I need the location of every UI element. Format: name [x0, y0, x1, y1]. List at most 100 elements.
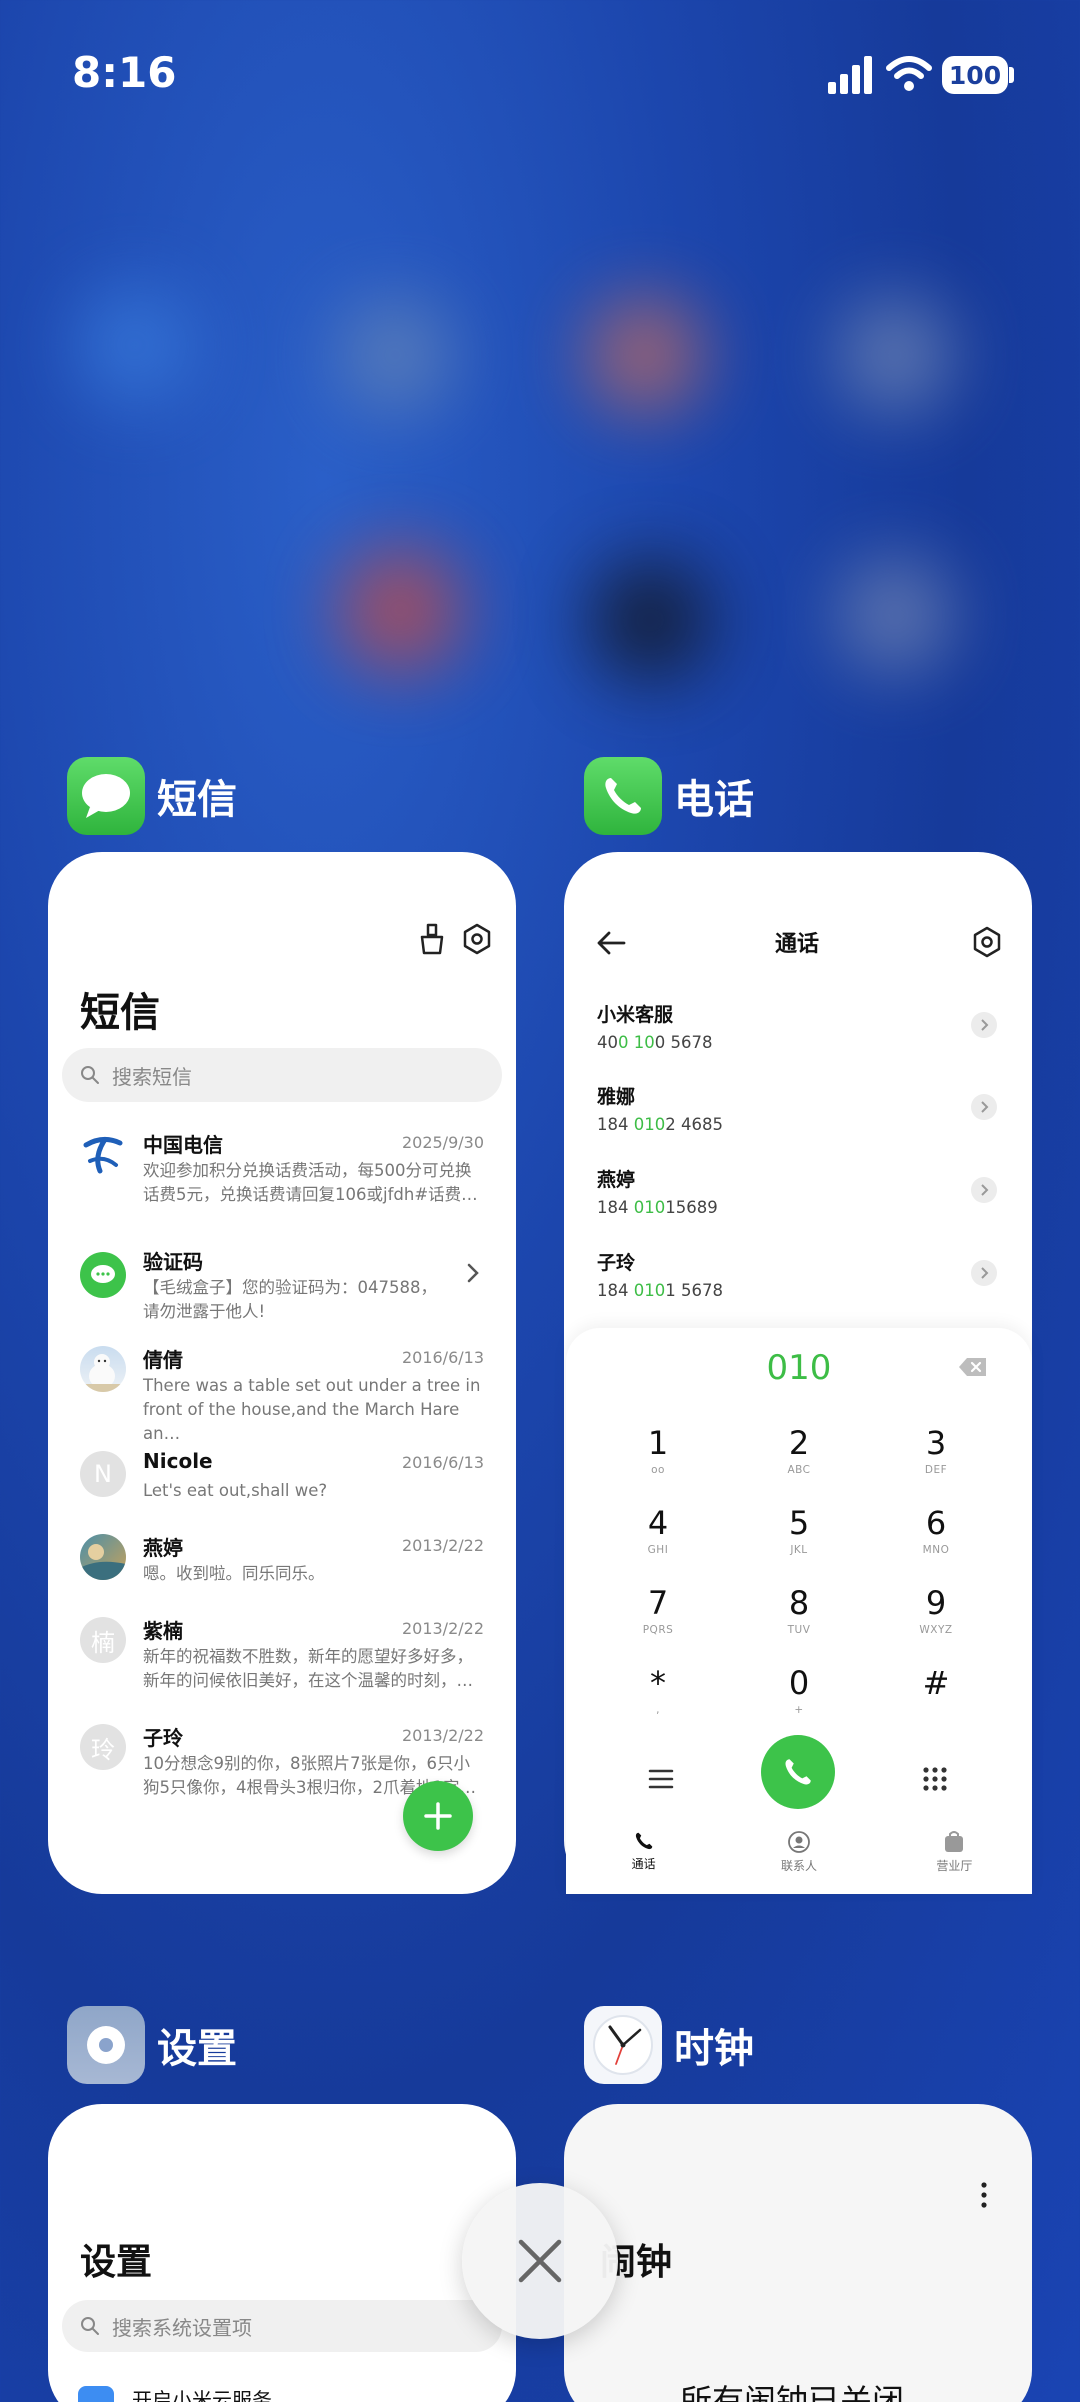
contact-detail-button[interactable] — [971, 1260, 997, 1286]
tab-calls[interactable]: 通话 — [566, 1820, 721, 1894]
wallpaper-blur — [80, 290, 190, 400]
search-placeholder: 搜索系统设置项 — [112, 2315, 252, 2340]
contact-row[interactable]: 子玲 184 0101 5678 — [597, 1248, 1007, 1300]
list-item[interactable]: 验证码 【毛绒盒子】您的验证码为：047588，请勿泄露于他人! — [48, 1248, 488, 1328]
back-arrow-icon[interactable] — [596, 930, 626, 956]
wallpaper-blur — [840, 300, 950, 410]
dial-key-3[interactable]: 3 DEF — [876, 1424, 996, 1476]
contact-row[interactable]: 雅娜 184 0102 4685 — [597, 1082, 1007, 1134]
contact-row[interactable]: 燕婷 184 01015689 — [597, 1165, 1007, 1217]
message-preview: 欢迎参加积分兑换话费活动，每500分可兑换话费5元，兑换话费请回复106或jfd… — [143, 1161, 478, 1204]
contact-detail-button[interactable] — [971, 1012, 997, 1038]
dial-key-5[interactable]: 5 JKL — [739, 1504, 859, 1556]
dial-key-1[interactable]: 1 ᴏᴏ — [598, 1424, 718, 1476]
page-title: 设置 — [80, 2242, 153, 2283]
dialpad: 010 1 ᴏᴏ 2 ABC 3 DEF 4 GHI 5 JKL 6 MNO 7 PQRS 8… — [566, 1328, 1032, 1894]
phone-icon — [635, 1832, 652, 1850]
clear-all-button[interactable] — [462, 2183, 618, 2339]
contact-detail-button[interactable] — [971, 1177, 997, 1203]
settings-gear-icon[interactable] — [462, 923, 492, 955]
close-icon — [518, 2239, 562, 2283]
more-options-icon[interactable] — [980, 2182, 988, 2208]
tab-contacts[interactable]: 联系人 — [721, 1820, 876, 1894]
chevron-right-icon — [467, 1263, 479, 1283]
app-name: 设置 — [157, 2026, 237, 2072]
settings-app-icon — [67, 2006, 145, 2084]
avatar — [80, 1252, 126, 1298]
page-title: 通话 — [775, 932, 820, 957]
contact-number: 184 0101 5678 — [597, 1281, 723, 1300]
new-message-button[interactable] — [403, 1781, 473, 1851]
contact-number: 400 100 5678 — [597, 1033, 713, 1052]
message-date: 2013/2/22 — [401, 1619, 484, 1638]
contact-detail-button[interactable] — [971, 1094, 997, 1120]
list-item[interactable]: N Nicole 2016/6/13 Let's eat out,shall w… — [48, 1449, 488, 1511]
cloud-icon — [78, 2386, 114, 2402]
wallpaper-blur — [340, 550, 460, 670]
dial-key-0[interactable]: 0 + — [739, 1664, 859, 1716]
avatar — [80, 1346, 126, 1392]
contact-name: 中国电信 — [143, 1133, 223, 1157]
dial-key-9[interactable]: 9 WXYZ — [876, 1584, 996, 1636]
page-title: 短信 — [80, 990, 160, 1036]
contact-name: 验证码 — [143, 1250, 203, 1274]
verification-code-icon — [91, 1265, 115, 1283]
dial-key-hash[interactable]: # — [876, 1664, 996, 1704]
dial-key-8[interactable]: 8 TUV — [739, 1584, 859, 1636]
dial-key-6[interactable]: 6 MNO — [876, 1504, 996, 1556]
dial-key-2[interactable]: 2 ABC — [739, 1424, 859, 1476]
keypad-icon[interactable] — [922, 1766, 948, 1792]
contact-name: 燕婷 — [597, 1169, 636, 1191]
message-date: 2013/2/22 — [401, 1726, 484, 1745]
search-input[interactable]: 搜索系统设置项 — [62, 2300, 502, 2352]
list-item[interactable]: 燕婷 2013/2/22 嗯。收到啦。同乐同乐。 — [48, 1534, 488, 1594]
contact-number: 184 0102 4685 — [597, 1115, 723, 1134]
status-time: 8:16 — [72, 48, 177, 97]
tab-label: 通话 — [631, 1857, 656, 1871]
message-preview: 【毛绒盒子】您的验证码为：047588，请勿泄露于他人! — [143, 1278, 437, 1321]
app-name: 短信 — [157, 777, 237, 823]
contact-name: 雅娜 — [597, 1086, 636, 1108]
dial-key-star[interactable]: *, — [598, 1664, 718, 1716]
contact-name: Nicole — [143, 1449, 213, 1473]
contact-name: 小米客服 — [597, 1004, 674, 1026]
menu-icon[interactable] — [648, 1768, 674, 1790]
backspace-icon[interactable] — [958, 1356, 988, 1378]
shopping-bag-icon — [945, 1831, 964, 1852]
chevron-right-icon — [981, 1101, 989, 1113]
wallpaper-blur — [590, 560, 710, 680]
list-item[interactable]: 中国电信 2025/9/30 欢迎参加积分兑换话费活动，每500分可兑换话费5元… — [48, 1131, 488, 1211]
tab-service-hall[interactable]: 营业厅 — [877, 1820, 1032, 1894]
wallpaper-blur — [840, 560, 950, 670]
battery-indicator: 100 — [942, 56, 1008, 94]
app-header-messages[interactable]: 短信 — [67, 757, 237, 835]
clock-app-icon — [584, 2006, 662, 2084]
contact-name: 子玲 — [143, 1726, 183, 1750]
dial-key-4[interactable]: 4 GHI — [598, 1504, 718, 1556]
message-preview: 新年的祝福数不胜数，新年的愿望好多好多，新年的问候依旧美好，在这个温馨的时刻，… — [143, 1647, 473, 1690]
settings-item-label: 开启小米云服务 — [132, 2388, 272, 2402]
app-header-clock[interactable]: 时钟 — [584, 2006, 754, 2084]
status-bar: 8:16 100 — [0, 0, 1080, 150]
phone-tab-bar: 通话 联系人 营业厅 — [566, 1820, 1032, 1894]
search-placeholder: 搜索短信 — [112, 1064, 192, 1089]
avatar — [80, 1534, 126, 1580]
search-input[interactable]: 搜索短信 — [62, 1048, 502, 1102]
phone-icon — [785, 1759, 811, 1785]
alarm-status: 所有闹钟已关闭 — [680, 2382, 905, 2402]
messages-app-icon — [67, 757, 145, 835]
polar-bear-avatar-icon — [80, 1354, 126, 1392]
settings-item-cloud[interactable]: 开启小米云服务 — [78, 2386, 498, 2402]
dial-key-7[interactable]: 7 PQRS — [598, 1584, 718, 1636]
app-header-settings[interactable]: 设置 — [67, 2006, 237, 2084]
clean-icon[interactable] — [418, 923, 446, 955]
list-item[interactable]: 倩倩 2016/6/13 There was a table set out u… — [48, 1346, 488, 1443]
search-icon — [81, 1066, 99, 1084]
list-item[interactable]: 楠 紫楠 2013/2/22 新年的祝福数不胜数，新年的愿望好多好多，新年的问候… — [48, 1617, 488, 1697]
call-button[interactable] — [761, 1735, 835, 1809]
contact-row[interactable]: 小米客服 400 100 5678 — [597, 1000, 1007, 1052]
settings-gear-icon[interactable] — [972, 926, 1002, 958]
wifi-icon — [886, 56, 932, 91]
wallpaper-blur — [590, 300, 700, 410]
app-header-phone[interactable]: 电话 — [584, 757, 754, 835]
